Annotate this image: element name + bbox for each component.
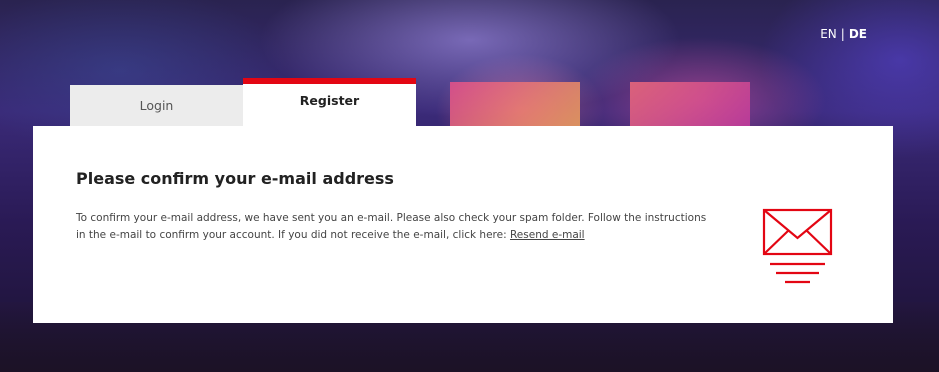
confirmation-body: To confirm your e-mail address, we have … — [76, 212, 707, 241]
language-separator: | — [840, 27, 845, 41]
auth-tabs: Login Register — [70, 78, 416, 126]
stage-screen — [630, 82, 750, 130]
language-de[interactable]: DE — [849, 27, 867, 41]
tab-register[interactable]: Register — [243, 78, 416, 126]
confirmation-card: Please confirm your e-mail address To co… — [33, 126, 893, 323]
resend-email-link[interactable]: Resend e-mail — [510, 229, 585, 241]
language-switcher: EN | DE — [820, 27, 867, 41]
envelope-icon — [762, 208, 833, 284]
stage-screen — [450, 82, 580, 130]
confirmation-title: Please confirm your e-mail address — [76, 169, 394, 188]
confirmation-message: To confirm your e-mail address, we have … — [76, 210, 716, 244]
language-en[interactable]: EN — [820, 27, 837, 41]
tab-login[interactable]: Login — [70, 85, 243, 126]
